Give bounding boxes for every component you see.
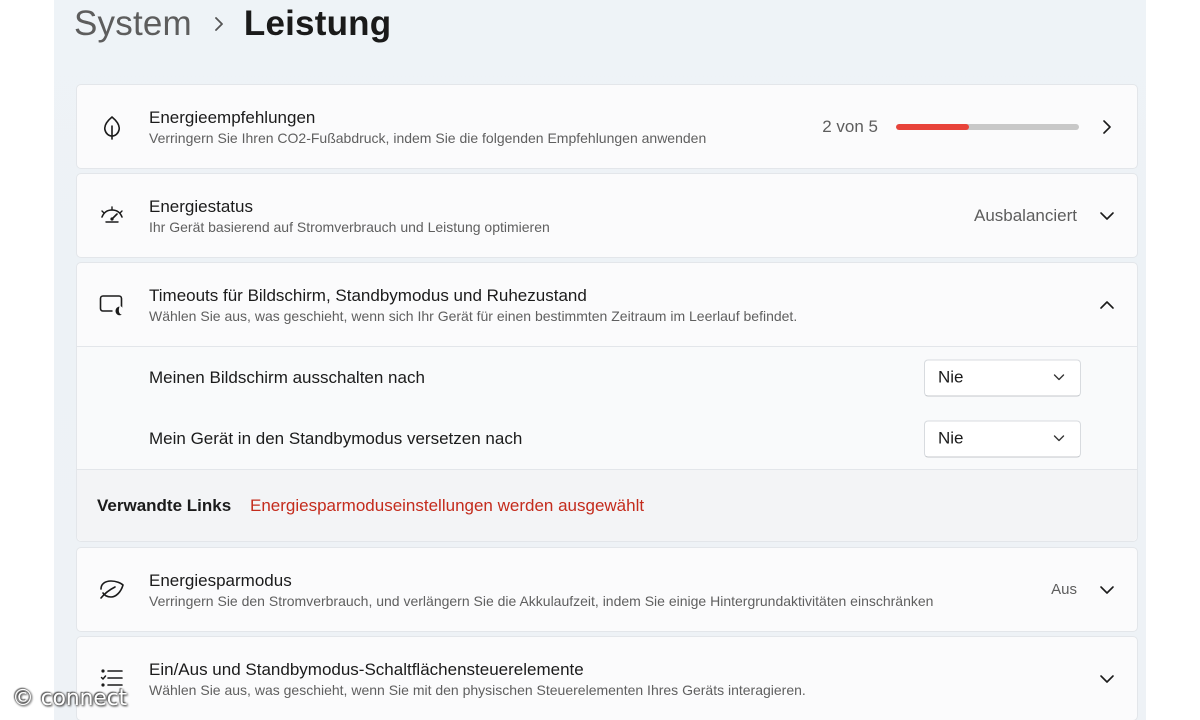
energy-recommendations-title: Energieempfehlungen bbox=[149, 107, 316, 127]
breadcrumb-system[interactable]: System bbox=[74, 4, 192, 44]
screen-off-dropdown[interactable]: Nie bbox=[924, 359, 1081, 396]
battery-saver-card[interactable]: Energiesparmodus Verringern Sie den Stro… bbox=[76, 547, 1138, 632]
page-title: Leistung bbox=[243, 4, 392, 43]
battery-saver-leaf-icon bbox=[99, 577, 125, 603]
timeouts-header[interactable]: Timeouts für Bildschirm, Standbymodus un… bbox=[77, 263, 1137, 346]
chevron-down-icon[interactable] bbox=[1095, 204, 1119, 228]
chevron-up-icon[interactable] bbox=[1095, 293, 1119, 317]
battery-saver-settings-link[interactable]: Energiesparmoduseinstellungen werden aus… bbox=[250, 496, 644, 516]
screen-off-value: Nie bbox=[938, 367, 964, 387]
recommendations-progress-fill bbox=[896, 123, 970, 130]
battery-saver-title: Energiesparmodus bbox=[149, 570, 292, 590]
settings-window: System Leistung Energieempfehlungen Verr… bbox=[54, 0, 1146, 720]
power-mode-subtitle: Ihr Gerät basierend auf Stromverbrauch u… bbox=[149, 218, 550, 235]
timeouts-card: Timeouts für Bildschirm, Standbymodus un… bbox=[76, 262, 1138, 542]
timeouts-settings: Meinen Bildschirm ausschalten nach Nie M… bbox=[77, 346, 1137, 469]
chevron-right-icon bbox=[1095, 115, 1119, 139]
screen-off-label: Meinen Bildschirm ausschalten nach bbox=[149, 367, 425, 387]
standby-row: Mein Gerät in den Standbymodus versetzen… bbox=[77, 408, 1137, 469]
screen-off-row: Meinen Bildschirm ausschalten nach Nie bbox=[77, 347, 1137, 408]
standby-dropdown[interactable]: Nie bbox=[924, 420, 1081, 457]
chevron-right-icon bbox=[212, 17, 226, 31]
chevron-down-icon[interactable] bbox=[1095, 667, 1119, 691]
watermark: © connect bbox=[12, 686, 127, 711]
energy-recommendations-card[interactable]: Energieempfehlungen Verringern Sie Ihren… bbox=[76, 84, 1138, 169]
power-buttons-title: Ein/Aus und Standbymodus-Schaltflächenst… bbox=[149, 659, 584, 679]
timeouts-title: Timeouts für Bildschirm, Standbymodus un… bbox=[149, 285, 587, 305]
energy-recommendations-subtitle: Verringern Sie Ihren CO2-Fußabdruck, ind… bbox=[149, 129, 707, 146]
breadcrumb: System Leistung bbox=[74, 2, 391, 46]
battery-saver-subtitle: Verringern Sie den Stromverbrauch, und v… bbox=[149, 592, 934, 609]
battery-saver-value: Aus bbox=[1051, 581, 1077, 598]
chevron-down-icon bbox=[1052, 432, 1066, 446]
power-buttons-subtitle: Wählen Sie aus, was geschieht, wenn Sie … bbox=[149, 681, 806, 698]
gauge-icon bbox=[99, 203, 125, 229]
chevron-down-icon[interactable] bbox=[1095, 578, 1119, 602]
standby-label: Mein Gerät in den Standbymodus versetzen… bbox=[149, 428, 523, 448]
related-links-label: Verwandte Links bbox=[97, 495, 232, 515]
screen-moon-icon bbox=[99, 292, 125, 318]
related-links: Verwandte Links Energiesparmoduseinstell… bbox=[77, 469, 1137, 541]
standby-value: Nie bbox=[938, 428, 964, 448]
power-mode-value: Ausbalanciert bbox=[973, 205, 1077, 225]
power-mode-title: Energiestatus bbox=[149, 196, 253, 216]
recommendations-count: 2 von 5 bbox=[822, 116, 878, 136]
power-buttons-card[interactable]: Ein/Aus und Standbymodus-Schaltflächenst… bbox=[76, 636, 1138, 720]
recommendations-progress-bar bbox=[896, 123, 1079, 130]
leaf-icon bbox=[99, 114, 125, 140]
chevron-down-icon bbox=[1052, 371, 1066, 385]
power-mode-card[interactable]: Energiestatus Ihr Gerät basierend auf St… bbox=[76, 173, 1138, 258]
timeouts-subtitle: Wählen Sie aus, was geschieht, wenn sich… bbox=[149, 307, 798, 324]
